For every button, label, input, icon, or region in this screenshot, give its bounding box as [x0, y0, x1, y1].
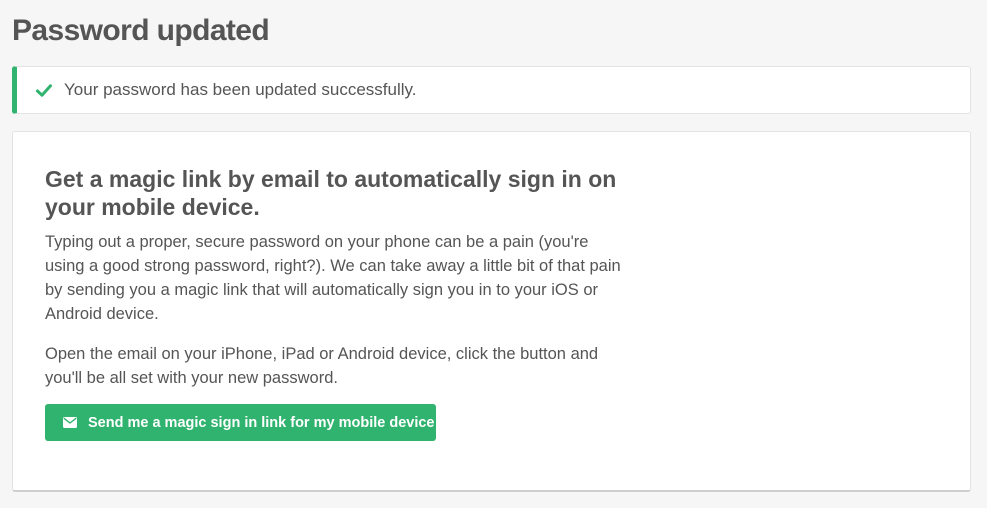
page-title: Password updated	[12, 14, 270, 47]
magic-link-card: Get a magic link by email to automatical…	[12, 131, 971, 492]
success-alert: Your password has been updated successfu…	[12, 66, 971, 114]
send-magic-link-label: Send me a magic sign in link for my mobi…	[88, 414, 435, 431]
alert-message: Your password has been updated successfu…	[64, 80, 417, 99]
card-instructions: Open the email on your iPhone, iPad or A…	[45, 345, 599, 387]
card-description: Typing out a proper, secure password on …	[45, 233, 621, 323]
send-magic-link-button[interactable]: Send me a magic sign in link for my mobi…	[45, 404, 436, 441]
envelope-icon	[63, 417, 77, 428]
check-icon	[35, 81, 53, 99]
card-title: Get a magic link by email to automatical…	[45, 166, 617, 220]
